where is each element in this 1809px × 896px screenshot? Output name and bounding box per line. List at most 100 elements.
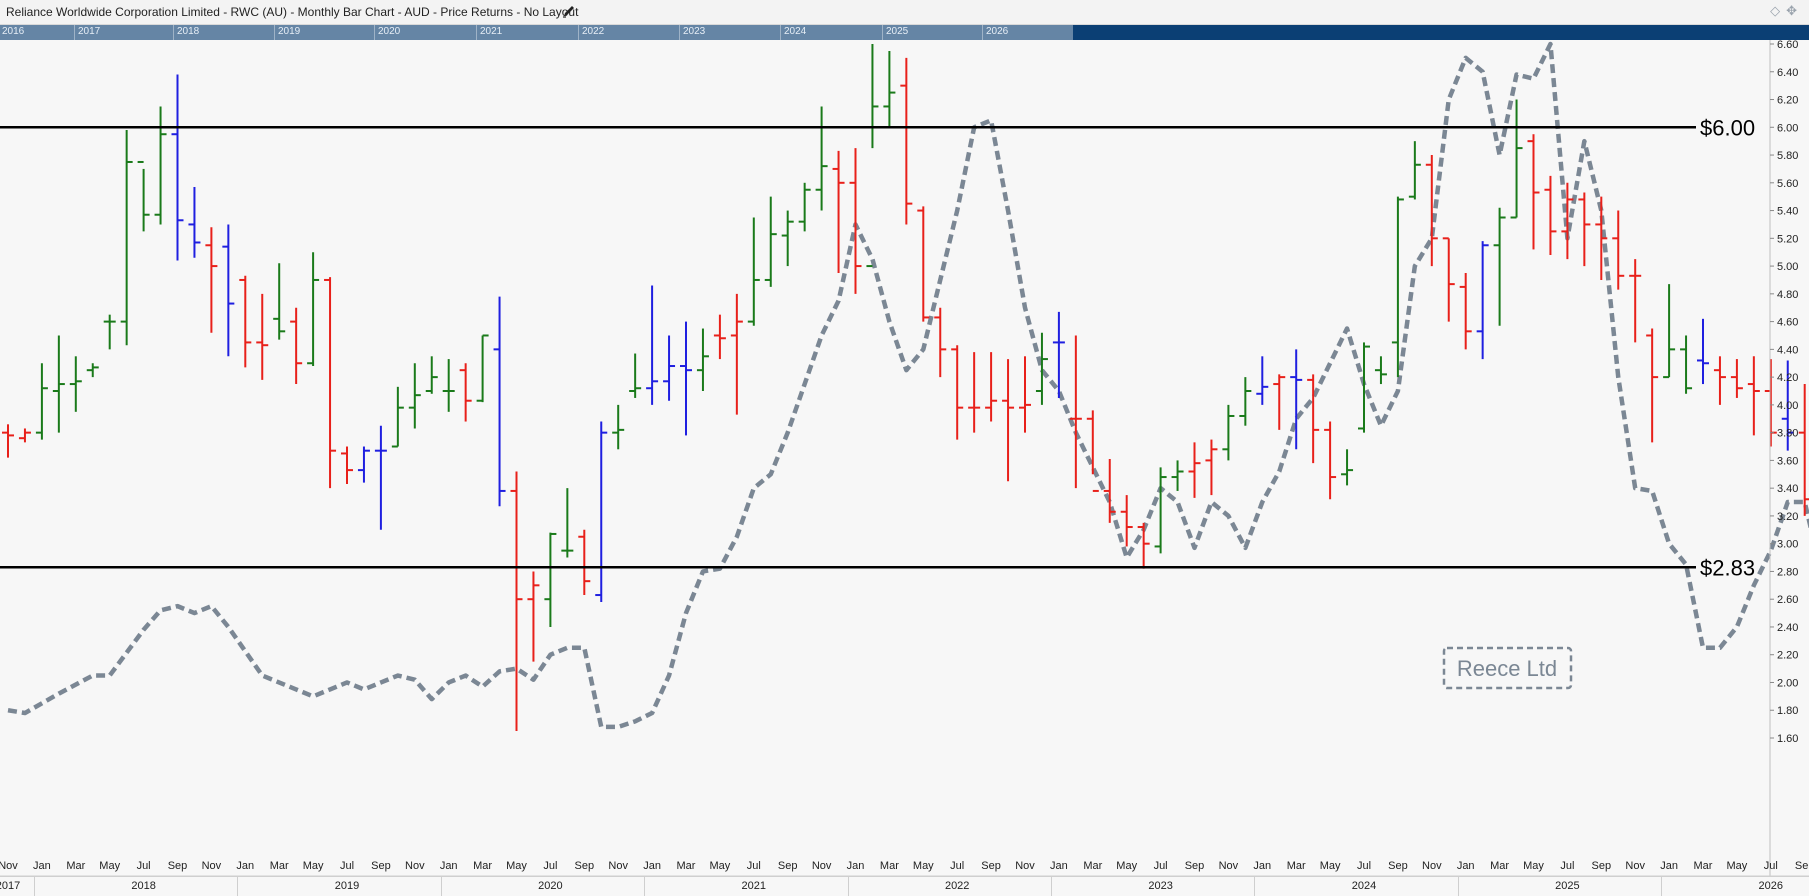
y-tick-label: 1.80 — [1777, 705, 1798, 717]
ohlc-bar — [1476, 241, 1489, 360]
ohlc-bar — [815, 106, 828, 211]
ohlc-bar — [1527, 134, 1540, 250]
x-month-label: Sep — [575, 860, 595, 872]
navigator-year: 2018 — [177, 26, 200, 37]
ohlc-bar — [425, 356, 438, 394]
navigator-tick — [173, 25, 174, 40]
ohlc-bar — [798, 182, 811, 232]
x-month-label: Nov — [0, 860, 18, 872]
year-label: 2022 — [944, 880, 970, 892]
bars-layer — [2, 44, 1809, 732]
navigator-year: 2026 — [986, 26, 1009, 37]
ohlc-bar — [391, 386, 404, 448]
diamond-icon[interactable]: ◇ — [1770, 3, 1786, 18]
x-month-label: May — [913, 860, 934, 872]
y-tick-label: 4.20 — [1777, 372, 1798, 384]
ohlc-bar — [239, 275, 252, 368]
x-month-label: Nov — [1015, 860, 1035, 872]
navigator-year: 2023 — [683, 26, 706, 37]
x-month-label: Nov — [1219, 860, 1239, 872]
y-tick-label: 4.00 — [1777, 400, 1798, 412]
navigator-window[interactable] — [0, 25, 1073, 40]
ohlc-bar — [307, 252, 320, 367]
x-month-label: Nov — [405, 860, 425, 872]
ohlc-bar — [1544, 175, 1557, 255]
y-tick-label: 5.20 — [1777, 233, 1798, 245]
x-month-label: Mar — [66, 860, 85, 872]
pin-icon[interactable]: ✥ — [1786, 3, 1803, 18]
ohlc-bar — [1730, 359, 1743, 398]
ohlc-bar — [290, 307, 303, 385]
navigator-tick — [476, 25, 477, 40]
ohlc-bar — [1747, 356, 1760, 436]
ohlc-bar — [1578, 192, 1591, 267]
ohlc-bar — [374, 425, 387, 530]
ohlc-bar — [1256, 356, 1269, 405]
ohlc-bar — [273, 263, 286, 340]
ohlc-bar — [1222, 404, 1235, 461]
ohlc-bar — [103, 314, 116, 350]
ohlc-bar — [1341, 449, 1354, 486]
price-chart[interactable]: Reece Ltd $6.00 $2.83 1.60 1.80 2.00 2.20 2.4… — [0, 40, 1809, 895]
x-month-label: Nov — [1625, 860, 1645, 872]
ohlc-bar — [1798, 384, 1809, 516]
x-month-label: May — [1727, 860, 1748, 872]
y-axis: 1.60 1.80 2.00 2.20 2.40 2.60 2.80 3.00 3.20 3.40… — [1769, 40, 1809, 895]
navigator-year: 2025 — [886, 26, 909, 37]
x-month-label: Jul — [1154, 860, 1168, 872]
x-month-label: Jan — [1253, 860, 1271, 872]
ohlc-bar — [1307, 374, 1320, 464]
ohlc-bar — [442, 359, 455, 412]
ohlc-bar — [1595, 196, 1608, 280]
ohlc-bar — [1510, 99, 1523, 219]
ohlc-bar — [747, 217, 760, 326]
ohlc-bar — [1171, 460, 1184, 491]
x-month-label: Nov — [202, 860, 222, 872]
year-separator — [237, 877, 239, 896]
overlay-line — [7, 41, 1809, 730]
ohlc-bar — [2, 424, 14, 458]
navigator-year: 2020 — [378, 26, 401, 37]
x-month-label: Mar — [1083, 860, 1102, 872]
ohlc-bar — [69, 356, 82, 412]
ohlc-bar — [1663, 284, 1676, 379]
hline-label: $6.00 — [1700, 115, 1755, 140]
x-month-label: Nov — [1422, 860, 1442, 872]
x-month-label: Jan — [643, 860, 661, 872]
ohlc-bar — [781, 210, 794, 267]
time-navigator[interactable]: 2016 2017 2018 2019 2020 2021 2022 2023 2024 2025… — [0, 25, 1809, 40]
x-month-label: Jan — [236, 860, 254, 872]
ohlc-bar — [1086, 410, 1099, 492]
year-label: 2018 — [131, 880, 156, 892]
navigator-year: 2021 — [480, 26, 503, 37]
year-label: 2017 — [0, 880, 21, 892]
ohlc-bar — [1697, 318, 1709, 385]
x-month-label: Jul — [747, 860, 761, 872]
ohlc-bar — [1290, 349, 1303, 450]
x-month-label: Jan — [1660, 860, 1678, 872]
window-controls[interactable]: ◇✥ — [1770, 3, 1803, 19]
ohlc-bar — [324, 277, 337, 489]
year-label: 2026 — [1758, 880, 1784, 892]
x-month-label: Jan — [1457, 860, 1475, 872]
ohlc-bar — [1239, 377, 1252, 426]
ohlc-bar — [1154, 467, 1167, 554]
x-axis: Nov Jan Mar May Jul Sep Nov Jan Mar May Jul Sep Nov J… — [0, 860, 1809, 877]
x-month-label: Jul — [137, 860, 151, 872]
ohlc-bar — [1680, 335, 1693, 394]
year-label: 2023 — [1148, 880, 1173, 892]
ohlc-bar — [52, 335, 65, 433]
x-month-label: Jan — [847, 860, 865, 872]
x-month-label: Mar — [880, 860, 899, 872]
ohlc-bar — [696, 328, 709, 391]
year-separator — [440, 877, 442, 896]
pencil-icon[interactable] — [561, 3, 577, 19]
y-tick-label: 2.60 — [1777, 594, 1798, 606]
ohlc-bar — [951, 345, 964, 440]
year-separator — [33, 877, 35, 896]
y-tick-label: 6.60 — [1777, 40, 1798, 51]
x-month-label: Mar — [473, 860, 492, 872]
year-label: 2024 — [1351, 880, 1377, 892]
overlay-layer: Reece Ltd — [7, 41, 1809, 730]
ohlc-bar — [171, 74, 184, 261]
